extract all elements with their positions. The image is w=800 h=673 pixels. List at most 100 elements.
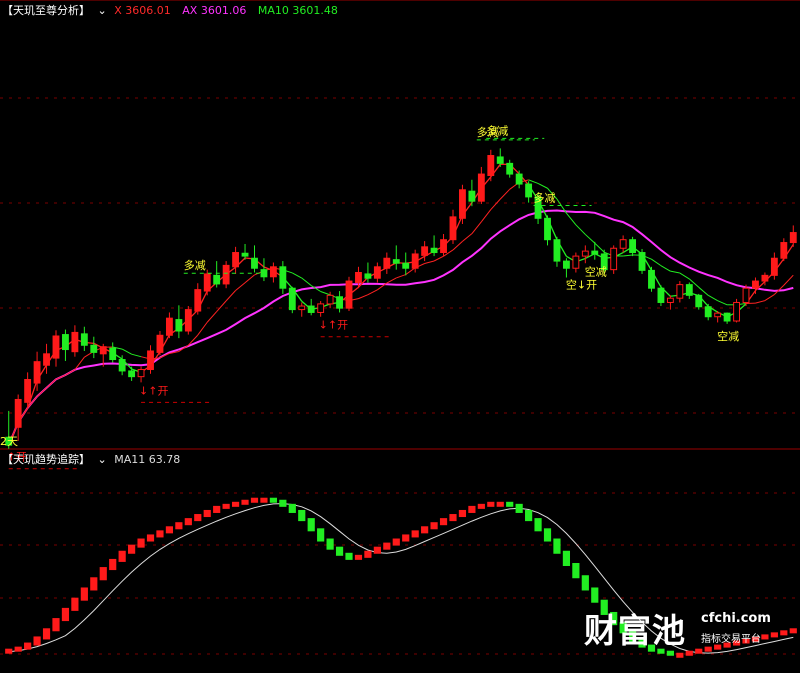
trend-bar	[33, 636, 41, 646]
ma-mid-line	[121, 348, 132, 355]
trend-bar	[213, 505, 221, 513]
trend-bar	[288, 503, 296, 513]
ma11-label: MA11	[114, 453, 146, 466]
candle-body	[562, 260, 570, 269]
candle-body	[43, 353, 50, 366]
ma-mid-line	[566, 212, 577, 226]
trend-bar	[373, 546, 381, 554]
signal-label-down: 空减	[717, 329, 739, 343]
signal-label-top: 多减	[486, 123, 508, 137]
candle-body	[326, 294, 334, 305]
signal-label-open: ↓↑开	[139, 384, 168, 397]
trend-bar	[71, 597, 79, 611]
ma-mid-line	[36, 387, 47, 397]
candle-body	[430, 247, 438, 254]
ma-mid-line	[292, 272, 302, 279]
trend-bar	[317, 528, 325, 542]
candle-body	[742, 287, 750, 303]
ma-mid-line	[358, 294, 369, 300]
signal-label-down: 空减	[585, 265, 607, 279]
watermark-tagline: 指标交易平台	[701, 634, 761, 645]
trend-bar	[402, 534, 410, 542]
trend-bar	[430, 522, 438, 530]
ma-mid-line	[698, 286, 709, 296]
candle-body	[241, 252, 249, 257]
trend-bar	[525, 509, 533, 522]
candle-body	[506, 162, 514, 175]
trend-bar	[335, 546, 344, 556]
ma-mid-line	[462, 233, 473, 242]
candle-body	[591, 250, 599, 255]
candle-body	[279, 266, 287, 289]
candle-body	[52, 335, 60, 359]
trend-bar	[383, 542, 391, 550]
trend-bar	[175, 522, 183, 530]
signal-label-top: 多减	[184, 258, 206, 272]
top-panel-name[interactable]: 【天玑至尊分析】	[2, 4, 90, 17]
chevron-down-icon[interactable]: ⌄	[98, 453, 107, 466]
trend-bar	[24, 642, 32, 650]
candle-body	[298, 305, 306, 311]
trend-bar	[298, 509, 306, 522]
trend-bar	[458, 509, 467, 518]
ma11-value: 63.78	[148, 453, 181, 466]
candle-body	[515, 173, 523, 185]
candle-body	[666, 297, 674, 303]
trend-bar	[449, 514, 457, 522]
trend-bar	[789, 628, 797, 634]
top-panel-footer-label: 2天	[0, 435, 18, 448]
candle-body	[24, 379, 32, 403]
trend-bar	[562, 550, 571, 566]
trend-bar	[42, 628, 51, 640]
signal-label-open: ↓↑开	[319, 319, 348, 332]
candle-body	[402, 262, 410, 269]
trend-bar	[14, 646, 22, 652]
trend-bar	[364, 550, 372, 558]
candle-body	[147, 350, 154, 371]
candle-body	[572, 255, 580, 269]
candle-body	[676, 284, 684, 299]
trend-bar	[231, 501, 240, 507]
trend-bar	[487, 501, 495, 507]
ma-mid-line	[651, 258, 662, 267]
candle-body	[307, 305, 315, 313]
x-label: X	[114, 4, 122, 17]
candle-body	[109, 347, 117, 361]
chart-canvas: 多减多减多减多减空↓开空减空减↑开↓↑开↓↑开	[0, 0, 800, 658]
trend-bar	[165, 526, 174, 534]
bottom-panel-header: 【天玑趋势追踪】 ⌄ MA11 63.78	[2, 453, 180, 467]
candle-body	[770, 257, 778, 276]
candle-body	[733, 301, 740, 322]
trend-bar	[184, 518, 192, 526]
candle-body	[269, 266, 277, 278]
ma-mid-line	[206, 311, 218, 323]
chevron-down-icon[interactable]: ⌄	[98, 4, 107, 17]
bottom-panel-name[interactable]: 【天玑趋势追踪】	[2, 453, 90, 466]
trend-bar	[515, 503, 523, 513]
trend-bar	[61, 607, 70, 622]
candle-body	[685, 284, 693, 296]
trend-bar	[128, 544, 136, 554]
trend-bar	[250, 497, 259, 503]
ma-mid-line	[707, 294, 718, 302]
candle-body	[336, 296, 343, 309]
trend-bar	[695, 648, 703, 654]
trend-bar	[222, 503, 230, 509]
trend-bar	[80, 587, 88, 601]
candle-body	[619, 239, 627, 249]
ax-value: 3601.06	[200, 4, 247, 17]
candle-body	[373, 266, 381, 279]
ma-mid-line	[424, 260, 435, 264]
trend-bar	[506, 501, 514, 507]
ma-mid-line	[537, 182, 548, 189]
candle-body	[714, 312, 722, 318]
trend-bar	[326, 538, 334, 550]
trend-bar	[685, 650, 693, 656]
candle-body	[780, 242, 788, 259]
trend-bar	[194, 514, 202, 522]
candle-body	[137, 369, 145, 378]
candle-body	[251, 257, 258, 269]
candle-body	[222, 264, 230, 285]
trend-bar	[279, 499, 287, 507]
candle-body	[392, 259, 400, 264]
